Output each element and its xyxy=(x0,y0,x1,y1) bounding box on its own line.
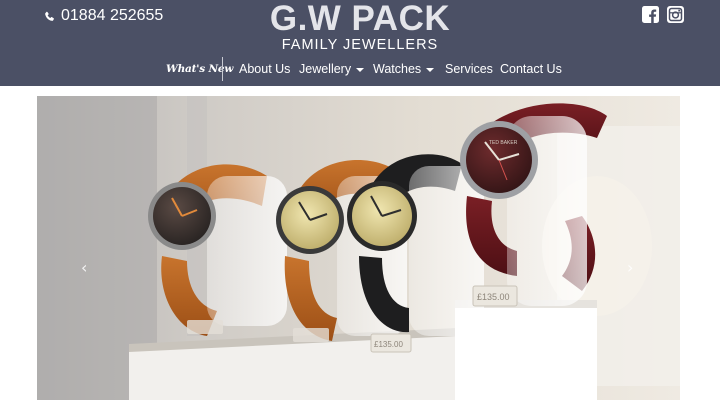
nav-services[interactable]: Services xyxy=(445,62,493,76)
main-nav: What's New About Us Jewellery Watches Se… xyxy=(0,56,720,84)
brand-logo[interactable]: G.W PACK FAMILY JEWELLERS xyxy=(230,0,490,53)
price-tag: £135.00 xyxy=(374,340,403,349)
hero-carousel[interactable]: TED BAKER £135.00 £135.00 ‹ › xyxy=(37,96,680,400)
nav-item-label: What's New xyxy=(166,63,234,75)
brand-tagline: FAMILY JEWELLERS xyxy=(281,37,439,53)
nav-watches[interactable]: Watches xyxy=(373,62,435,76)
nav-about-us[interactable]: About Us xyxy=(239,62,290,76)
phone-link[interactable]: 01884 252655 xyxy=(44,6,163,26)
dial-brand: TED BAKER xyxy=(489,140,518,146)
nav-item-label: Watches xyxy=(373,62,422,76)
nav-whats-new[interactable]: What's New xyxy=(166,63,233,75)
caret-down-icon xyxy=(426,67,435,72)
nav-jewellery[interactable]: Jewellery xyxy=(299,62,365,76)
chevron-left-icon[interactable]: ‹ xyxy=(81,260,87,276)
brand-name: G.W PACK xyxy=(269,0,451,38)
nav-item-label: Contact Us xyxy=(500,62,562,76)
phone-number: 01884 252655 xyxy=(61,7,164,24)
nav-contact-us[interactable]: Contact Us xyxy=(500,62,562,76)
nav-item-label: About Us xyxy=(239,62,291,76)
caret-down-icon xyxy=(356,67,365,72)
nav-divider xyxy=(222,57,223,81)
facebook-icon[interactable] xyxy=(642,6,659,23)
nav-item-label: Jewellery xyxy=(299,62,352,76)
instagram-icon[interactable] xyxy=(667,6,684,23)
phone-icon xyxy=(44,11,55,22)
nav-item-label: Services xyxy=(445,62,493,76)
chevron-right-icon[interactable]: › xyxy=(627,260,633,276)
watch-display-photo: TED BAKER £135.00 £135.00 xyxy=(37,96,680,400)
price-tag: £135.00 xyxy=(477,292,510,302)
site-header: 01884 252655 G.W PACK FAMILY JEWELLERS W… xyxy=(0,0,720,86)
